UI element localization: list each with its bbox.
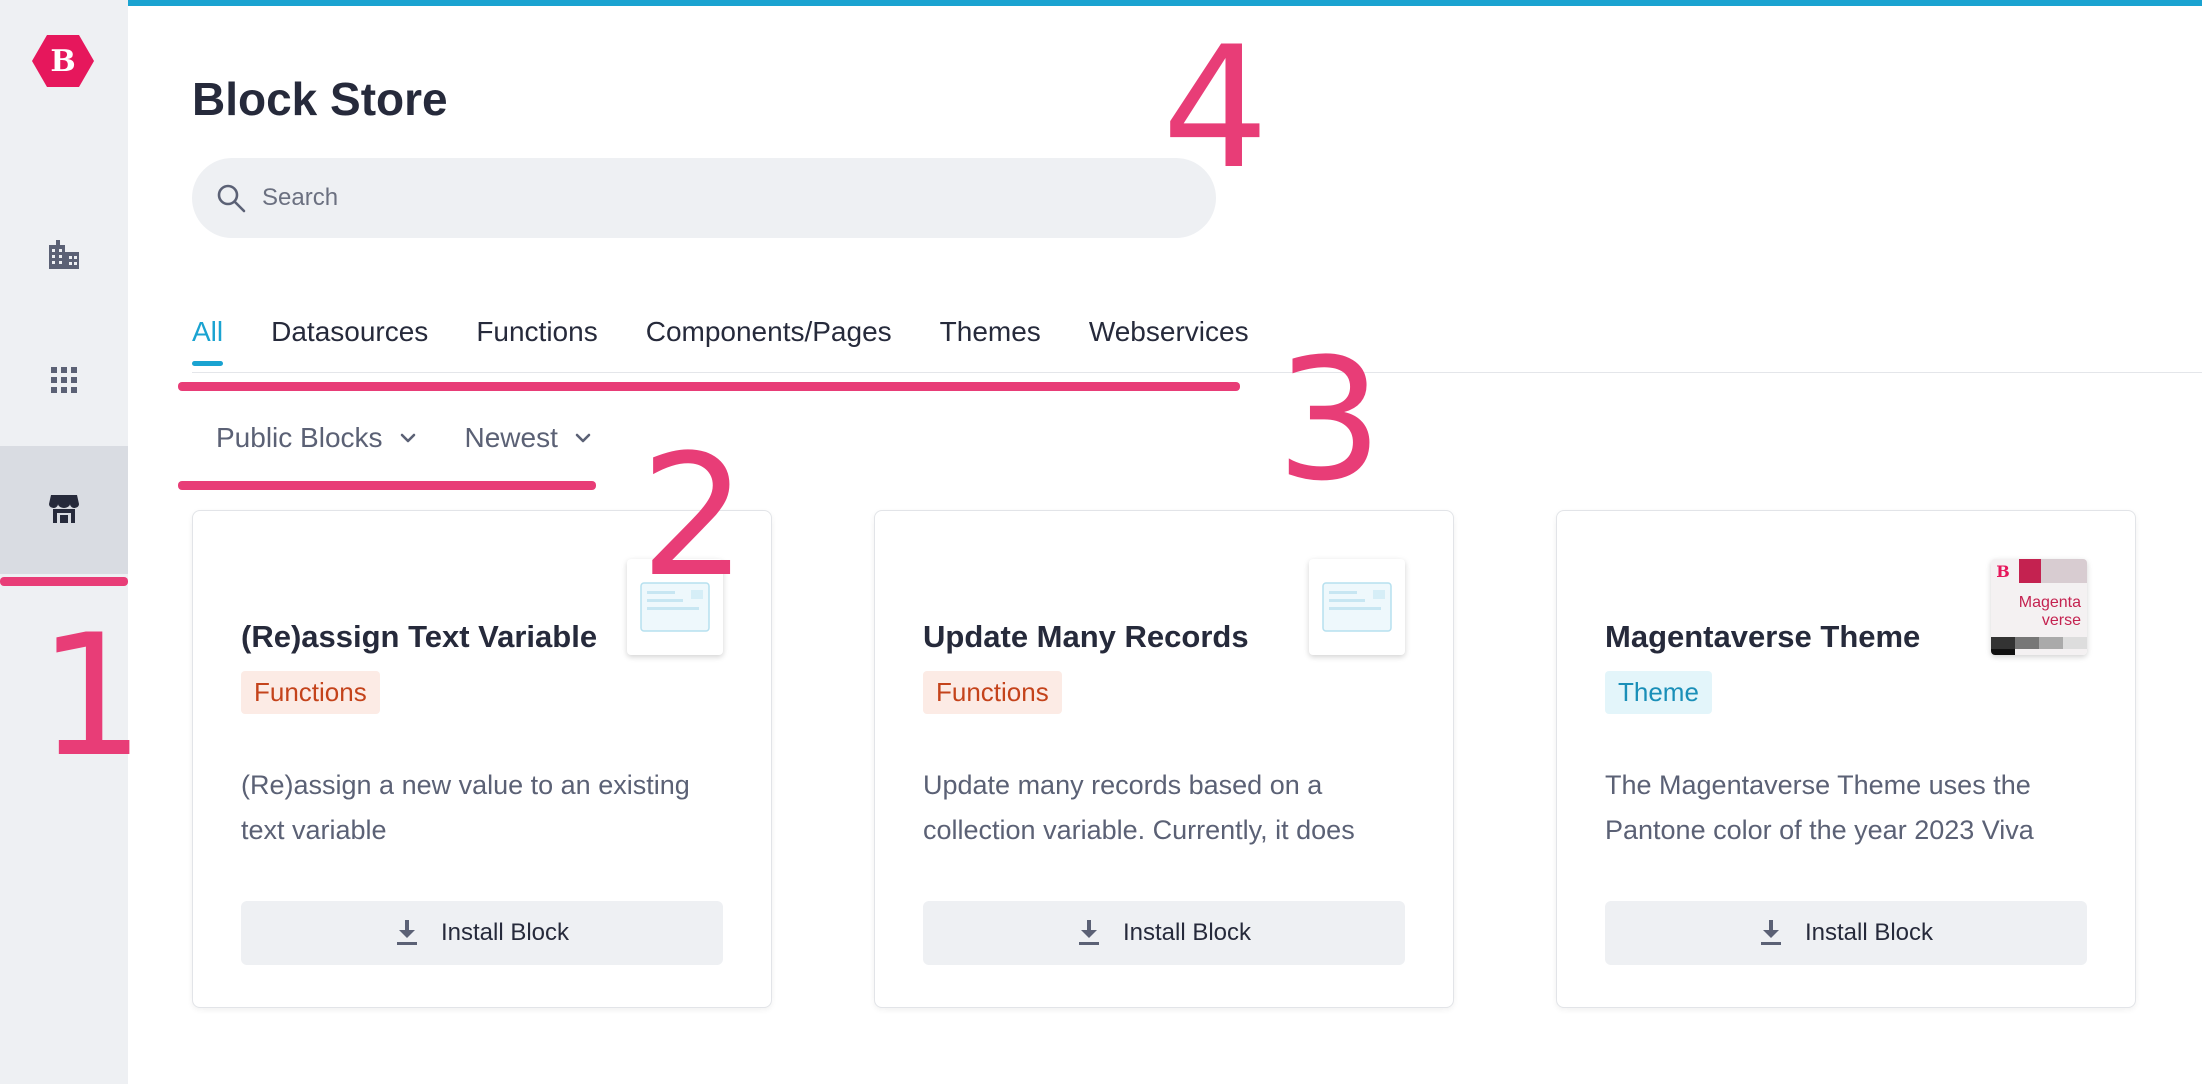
sidebar-item-apps[interactable]	[0, 318, 128, 446]
search-icon	[217, 184, 246, 213]
block-card[interactable]: Update Many Records Functions Update man…	[874, 510, 1454, 1008]
install-block-button[interactable]: Install Block	[241, 901, 723, 965]
annotation-number-3: 3	[1276, 322, 1383, 518]
thumb-text-line-1: Magenta	[2019, 594, 2081, 611]
download-icon	[1760, 920, 1781, 945]
block-thumbnail	[1309, 559, 1405, 655]
thumb-logo-letter: B	[1996, 562, 2010, 581]
annotation-number-2: 2	[640, 418, 747, 614]
block-title: Update Many Records	[923, 619, 1249, 654]
search-input[interactable]	[260, 183, 1164, 213]
visibility-filter-dropdown[interactable]: Public Blocks	[216, 422, 417, 454]
sidebar-item-block-store[interactable]	[0, 446, 128, 574]
search-bar[interactable]	[192, 158, 1216, 238]
sidebar-item-buildings[interactable]	[0, 192, 128, 320]
sort-label: Newest	[464, 422, 558, 453]
category-tabs: All Datasources Functions Components/Pag…	[192, 316, 1249, 366]
tab-functions[interactable]: Functions	[476, 316, 597, 366]
annotation-underline-2	[178, 481, 596, 490]
install-button-label: Install Block	[440, 919, 570, 946]
logo-letter: B	[50, 44, 75, 79]
block-description: (Re)assign a new value to an existing te…	[241, 770, 690, 845]
install-button-label: Install Block	[1122, 919, 1252, 946]
block-title: (Re)assign Text Variable	[241, 619, 598, 654]
category-badge: Theme	[1605, 671, 1712, 714]
apps-grid-icon	[51, 366, 77, 398]
sidebar: B	[0, 0, 128, 1084]
block-title: Magentaverse Theme	[1605, 619, 1921, 654]
download-icon	[396, 920, 417, 945]
annotation-number-4: 4	[1162, 10, 1269, 206]
thumb-text-line-2: verse	[2042, 612, 2081, 629]
tab-webservices[interactable]: Webservices	[1089, 316, 1249, 366]
filter-bar: Public Blocks Newest	[216, 422, 592, 454]
install-block-button[interactable]: Install Block	[923, 901, 1405, 965]
chevron-down-icon	[575, 433, 591, 443]
tabs-divider	[192, 372, 2202, 373]
sort-dropdown[interactable]: Newest	[465, 422, 592, 454]
tab-all[interactable]: All	[192, 316, 224, 366]
block-description: Update many records based on a collectio…	[923, 770, 1355, 845]
chevron-down-icon	[400, 433, 415, 443]
tab-themes[interactable]: Themes	[940, 316, 1041, 366]
visibility-filter-label: Public Blocks	[216, 422, 383, 453]
tab-components-pages[interactable]: Components/Pages	[646, 316, 892, 366]
annotation-number-1: 1	[38, 598, 145, 794]
store-icon	[48, 493, 80, 528]
building-icon	[47, 239, 81, 274]
install-button-label: Install Block	[1804, 919, 1934, 946]
annotation-underline-3	[178, 382, 1240, 391]
category-badge: Functions	[241, 671, 380, 714]
block-description: The Magentaverse Theme uses the Pantone …	[1605, 770, 2034, 845]
download-icon	[1078, 920, 1099, 945]
install-block-button[interactable]: Install Block	[1605, 901, 2087, 965]
page-title: Block Store	[192, 73, 448, 125]
app-logo[interactable]: B	[31, 33, 95, 89]
tab-datasources[interactable]: Datasources	[271, 316, 428, 366]
annotation-underline-1	[0, 577, 128, 586]
category-badge: Functions	[923, 671, 1062, 714]
block-card[interactable]: B Magenta verse Magentaverse Theme Theme…	[1556, 510, 2136, 1008]
theme-thumbnail: B Magenta verse	[1991, 559, 2087, 655]
